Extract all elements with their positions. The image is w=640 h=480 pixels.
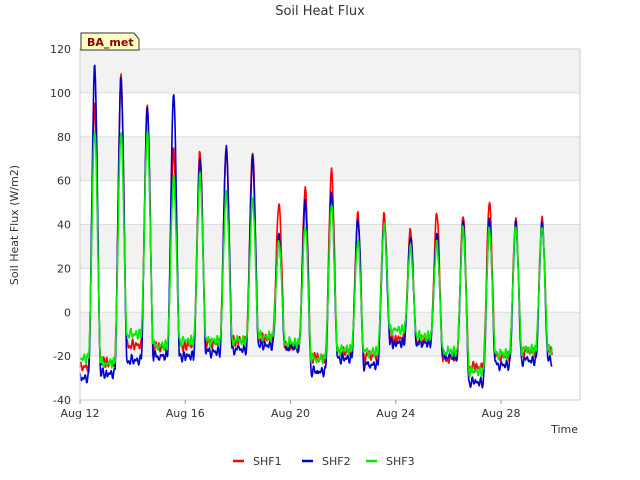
legend-label-shf2: SHF2 bbox=[322, 455, 351, 468]
y-axis-ticks: -40 -20 0 20 40 60 80 100 120 bbox=[50, 43, 71, 407]
plot-band bbox=[80, 136, 580, 181]
y-tick-label: 20 bbox=[57, 262, 71, 275]
legend: SHF1 SHF2 SHF3 bbox=[233, 455, 415, 468]
x-tick-label: Aug 12 bbox=[61, 407, 100, 420]
site-badge-label: BA_met bbox=[87, 36, 134, 49]
plot-band bbox=[80, 356, 580, 400]
y-tick-label: -20 bbox=[53, 350, 71, 363]
x-tick-label: Aug 16 bbox=[166, 407, 205, 420]
y-tick-label: 0 bbox=[64, 306, 71, 319]
x-tick-label: Aug 24 bbox=[376, 407, 415, 420]
x-axis-label: Time bbox=[550, 423, 578, 436]
y-tick-label: 100 bbox=[50, 87, 71, 100]
y-tick-label: 60 bbox=[57, 175, 71, 188]
legend-label-shf3: SHF3 bbox=[386, 455, 415, 468]
x-tick-label: Aug 20 bbox=[271, 407, 310, 420]
plot-band bbox=[80, 49, 580, 93]
plot-band bbox=[80, 92, 580, 137]
y-tick-label: 120 bbox=[50, 43, 71, 56]
soil-heat-flux-chart: Soil Heat Flux -40 -20 0 20 40 60 80 100 120 Aug… bbox=[8, 4, 581, 468]
plot-band bbox=[80, 268, 580, 313]
x-tick-label: Aug 28 bbox=[482, 407, 521, 420]
y-tick-label: 80 bbox=[57, 131, 71, 144]
site-badge: BA_met bbox=[80, 32, 140, 51]
y-tick-label: 40 bbox=[57, 219, 71, 232]
y-axis-label: Soil Heat Flux (W/m2) bbox=[8, 165, 21, 285]
x-axis-ticks: Aug 12 Aug 16 Aug 20 Aug 24 Aug 28 bbox=[61, 400, 521, 420]
chart-title: Soil Heat Flux bbox=[275, 4, 365, 19]
y-tick-label: -40 bbox=[53, 394, 71, 407]
legend-label-shf1: SHF1 bbox=[253, 455, 282, 468]
